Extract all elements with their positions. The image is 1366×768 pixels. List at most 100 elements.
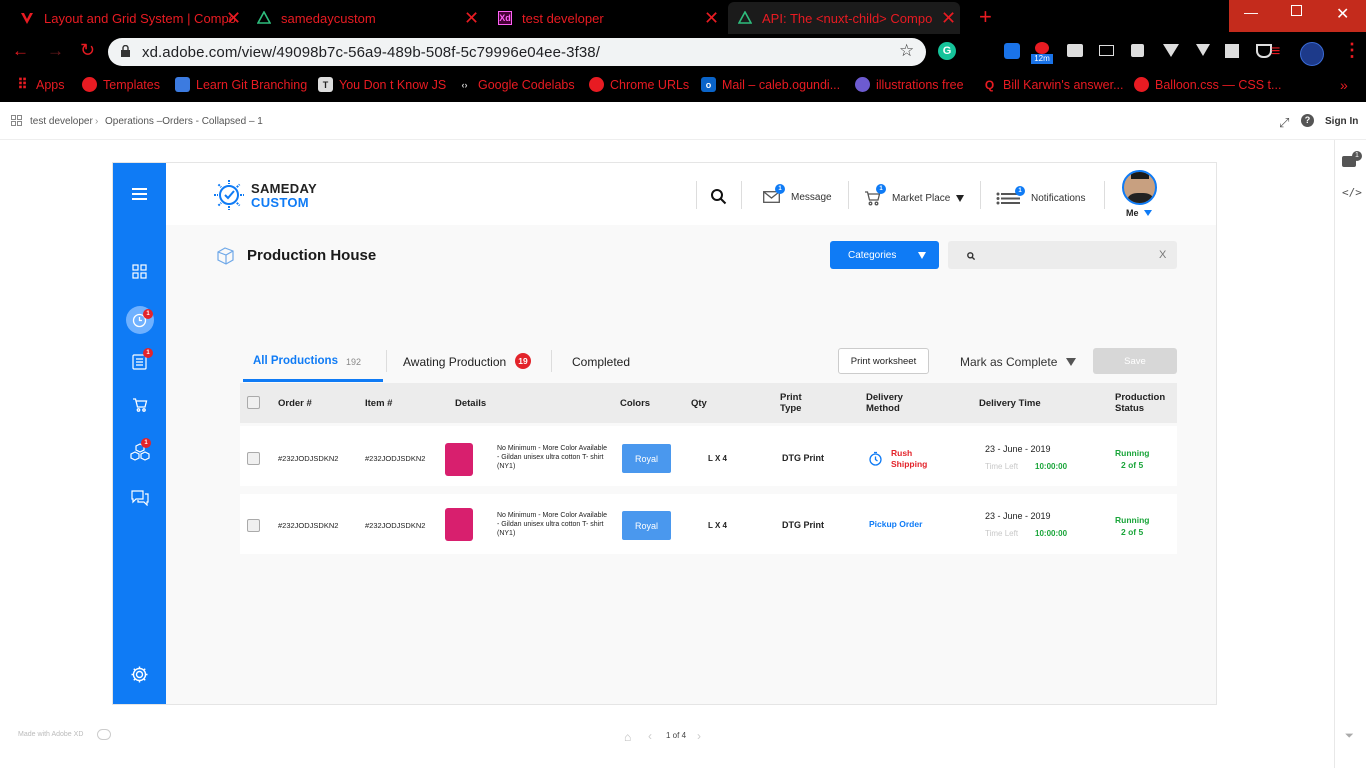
browser-tab-2[interactable]: samedaycustom ✕ [257,4,482,32]
dashboard-grid-icon[interactable] [113,264,166,279]
more-bookmarks-icon[interactable]: » [1340,77,1348,93]
bookmark-apps[interactable]: ⠿ Apps [15,76,64,92]
filter-icon[interactable]: ⏷ [1345,730,1354,743]
next-page-icon[interactable]: › [697,729,701,743]
filter-extension-icon[interactable] [1196,44,1210,56]
chrome-icon [589,77,604,92]
tab-title: samedaycustom [281,10,376,26]
quora-icon: Q [984,77,995,92]
pocket-icon[interactable] [1256,44,1272,58]
address-bar[interactable]: xd.adobe.com/view/49098b7c-56a9-489b-508… [108,38,926,66]
me-label[interactable]: Me [1126,208,1139,218]
extension-icon[interactable] [1004,43,1020,59]
close-icon[interactable]: ✕ [704,8,719,29]
tab-completed[interactable]: Completed [572,355,630,369]
breadcrumb-project[interactable]: test developer [30,116,93,127]
bookmark-label: Chrome URLs [610,77,690,92]
hamburger-menu-icon[interactable] [113,188,166,200]
reading-list-icon[interactable]: ≡ [1271,43,1280,61]
notifications-link[interactable]: Notifications [1031,193,1085,204]
close-icon[interactable]: ✕ [464,8,479,29]
bookmark-balloon-css[interactable]: Balloon.css — CSS t... [1134,77,1281,92]
caret-down-icon [1144,210,1152,216]
reload-icon[interactable]: ↻ [80,40,95,61]
categories-dropdown[interactable]: Categories [830,241,939,269]
camera-icon[interactable] [1067,44,1083,57]
browser-tab-3[interactable]: Xd test developer ✕ [498,4,723,32]
bookmark-chrome-urls[interactable]: Chrome URLs [589,77,689,92]
sign-in-link[interactable]: Sign In [1325,116,1358,127]
help-icon[interactable]: ? [1301,114,1314,127]
row-checkbox[interactable] [247,452,260,465]
bookmark-label: You Don t Know JS [339,77,447,92]
close-icon[interactable]: ✕ [941,8,956,29]
bookmark-label: illustrations free [876,77,964,92]
bookmark-illustrations[interactable]: illustrations free [855,77,964,92]
search-input[interactable]: X [948,241,1177,269]
mark-as-complete-dropdown[interactable]: Mark as Complete [960,355,1057,369]
print-worksheet-button[interactable]: Print worksheet [838,348,929,374]
browser-tab-4-active[interactable]: API: The <nuxt-child> Componen ✕ [728,2,960,34]
timer-extension-icon[interactable]: 12m [1031,42,1053,64]
fullscreen-icon[interactable]: ⤢ [1279,115,1289,131]
chat-bubbles-icon[interactable] [113,489,166,506]
code-view-icon[interactable]: </> [1342,186,1362,199]
mail-icon[interactable] [1099,45,1114,56]
col-details: Details [455,398,487,409]
bookmark-templates[interactable]: Templates [82,77,160,92]
production-house-box-icon [215,246,236,270]
color-swatch-button[interactable]: Royal [622,511,671,540]
minimize-button[interactable]: — [1244,4,1258,20]
page-counter: 1 of 4 [666,731,687,740]
back-arrow-icon[interactable]: ← [12,41,29,61]
header-divider [741,181,742,209]
tab-awaiting-production[interactable]: Awating Production [403,355,506,369]
color-swatch-button[interactable]: Royal [622,444,671,473]
vue-devtools-icon[interactable] [1163,44,1179,57]
new-tab-button[interactable]: + [979,4,992,30]
bookmark-label: Bill Karwin's answer... [1003,77,1124,92]
inventory-cubes-icon[interactable] [113,443,166,461]
bookmark-ydkjs[interactable]: T You Don t Know JS [318,77,446,92]
orders-list-icon[interactable] [113,354,166,370]
home-icon[interactable]: ⌂ [624,730,631,744]
bookmark-bill-karwin[interactable]: Q Bill Karwin's answer... [982,77,1124,92]
forward-arrow-icon[interactable]: → [47,41,64,61]
header-divider [848,181,849,209]
production-clock-icon[interactable] [113,306,166,334]
bookmark-codelabs[interactable]: ‹› Google Codelabs [457,77,575,92]
close-icon[interactable]: ✕ [226,8,241,29]
tab-all-productions[interactable]: All Productions [253,355,338,367]
logo-text-top: SAMEDAY [251,181,317,196]
table-row[interactable]: #232JODJSDKN2 #232JODJSDKN2 No Minimum -… [240,426,1177,486]
chevron-right-icon: › [95,116,99,127]
maximize-button[interactable] [1291,5,1302,16]
tshirt-thumbnail [445,508,473,541]
cart-icon[interactable] [113,397,166,412]
app-sidebar: 1 1 1 [113,163,166,704]
search-icon[interactable] [710,188,727,210]
market-place-dropdown[interactable]: Market Place [892,193,950,204]
profile-avatar-icon[interactable] [1300,42,1324,66]
select-all-checkbox[interactable] [247,396,260,409]
star-icon[interactable]: ☆ [899,41,914,61]
info-icon[interactable] [1131,44,1144,57]
row-checkbox[interactable] [247,519,260,532]
menu-kebab-icon[interactable]: ⋮ [1343,40,1361,61]
bookmark-label: Mail – caleb.ogundi... [722,77,841,92]
page-title: Production House [247,247,377,264]
grid-view-icon[interactable] [11,115,22,126]
bookmark-learn-git[interactable]: Learn Git Branching [175,77,307,92]
save-button[interactable]: Save [1093,348,1177,374]
sheets-icon[interactable] [1225,44,1239,58]
browser-tab-1[interactable]: Layout and Grid System | Compo ✕ [20,4,245,32]
grammarly-icon[interactable]: G [938,42,956,60]
message-link[interactable]: Message [791,192,832,203]
close-window-button[interactable]: ✕ [1336,4,1349,24]
table-row[interactable]: #232JODJSDKN2 #232JODJSDKN2 No Minimum -… [240,494,1177,554]
user-avatar[interactable] [1122,170,1157,205]
bookmark-mail[interactable]: o Mail – caleb.ogundi... [701,77,840,92]
previous-page-icon[interactable]: ‹ [648,729,652,743]
settings-gear-icon[interactable] [113,665,166,684]
search-clear-button[interactable]: X [1159,249,1166,261]
